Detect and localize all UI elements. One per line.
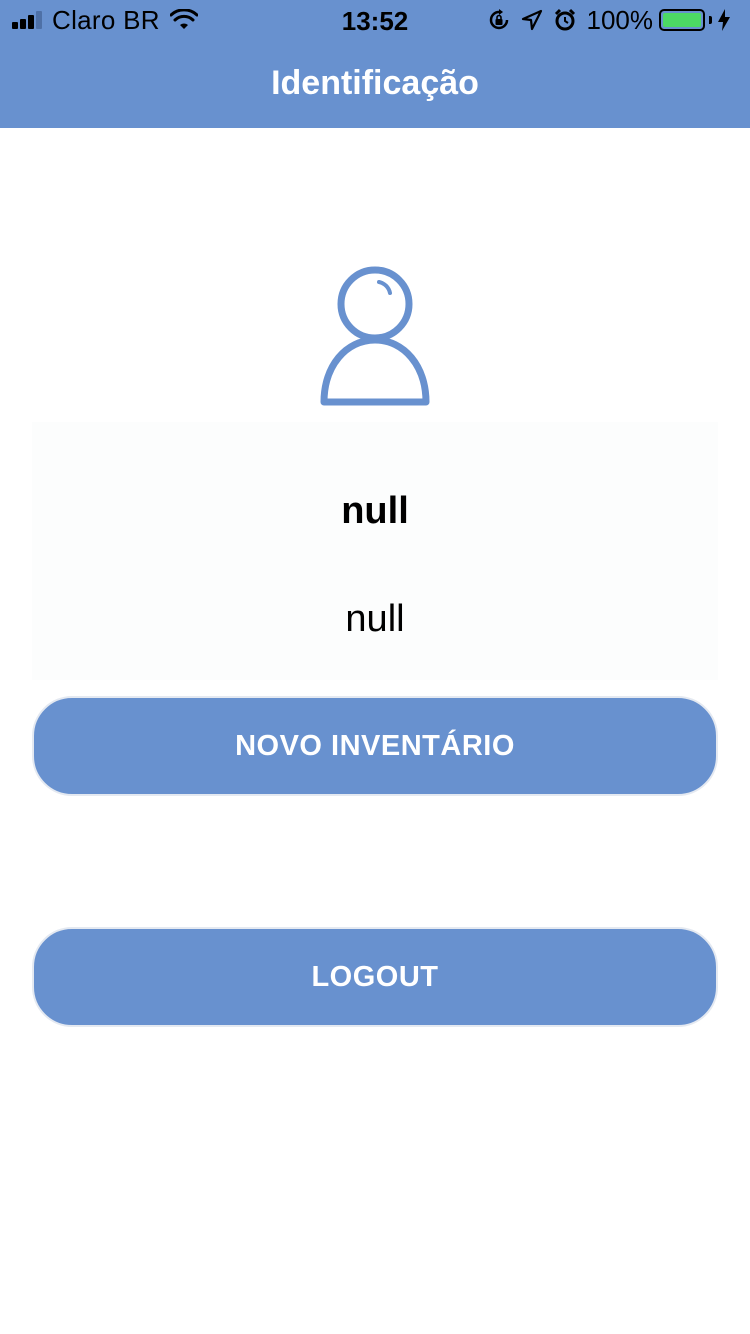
location-arrow-icon	[521, 9, 542, 31]
alarm-clock-icon	[554, 8, 575, 31]
status-right: 100%	[487, 4, 741, 35]
user-info-card: null null	[32, 422, 718, 680]
battery-tip	[709, 16, 712, 24]
app-header: Claro BR 13:52 100% Identificação	[0, 0, 750, 128]
new-inventory-button[interactable]: NOVO INVENTÁRIO	[32, 696, 718, 796]
user-detail: null	[345, 598, 405, 640]
user-name: null	[341, 490, 409, 532]
charging-bolt-icon	[718, 9, 730, 31]
status-bar: Claro BR 13:52 100%	[0, 0, 750, 40]
user-avatar-icon	[320, 266, 430, 406]
page-title: Identificação	[271, 64, 479, 102]
rotation-lock-icon	[489, 9, 508, 30]
battery-icon	[659, 9, 705, 31]
battery-level	[663, 13, 701, 27]
battery-percent: 100%	[586, 4, 654, 35]
logout-button[interactable]: LOGOUT	[32, 927, 718, 1027]
